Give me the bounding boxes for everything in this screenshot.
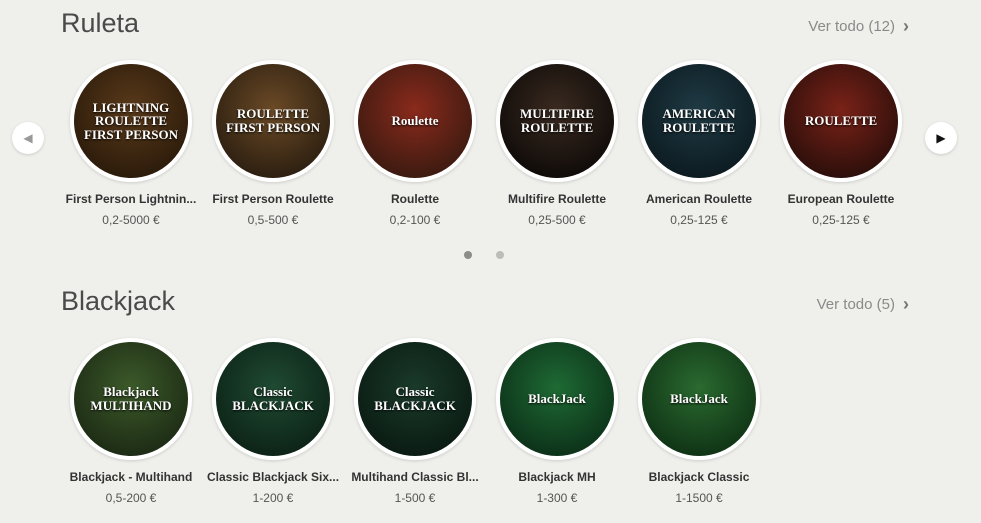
game-limits: 0,5-500 € bbox=[247, 213, 299, 227]
ruleta-carousel: LIGHTNING ROULETTE FIRST PERSON First Per… bbox=[0, 60, 981, 240]
game-name[interactable]: European Roulette bbox=[770, 192, 912, 206]
game-tile[interactable]: LIGHTNING ROULETTE FIRST PERSON First Per… bbox=[60, 60, 202, 227]
game-tile[interactable]: ROULETTE European Roulette 0,25-125 € bbox=[770, 60, 912, 227]
game-name[interactable]: Blackjack MH bbox=[486, 470, 628, 484]
game-thumbnail[interactable]: Roulette bbox=[354, 60, 476, 182]
pagination-dot-1[interactable] bbox=[464, 251, 472, 259]
game-limits: 0,2-5000 € bbox=[102, 213, 160, 227]
game-thumbnail[interactable]: LIGHTNING ROULETTE FIRST PERSON bbox=[70, 60, 192, 182]
game-thumbnail[interactable]: BlackJack bbox=[496, 338, 618, 460]
ruleta-section: Ruleta Ver todo (12) › LIGHTNING ROULETT… bbox=[0, 0, 981, 270]
game-tile[interactable]: BlackJack Blackjack Classic 1-1500 € bbox=[628, 338, 770, 505]
game-artwork-text: ROULETTE bbox=[804, 113, 878, 129]
game-limits: 1-300 € bbox=[536, 491, 578, 505]
game-artwork-text: Blackjack MULTIHAND bbox=[90, 384, 172, 413]
game-artwork-text: MULTIFIRE ROULETTE bbox=[520, 106, 594, 135]
game-thumbnail[interactable]: BlackJack bbox=[638, 338, 760, 460]
game-tile[interactable]: Classic BLACKJACK Multihand Classic Bl...… bbox=[344, 338, 486, 505]
game-artwork-text: BlackJack bbox=[528, 391, 586, 407]
arrow-right-icon: ▶ bbox=[936, 131, 946, 145]
game-tile[interactable]: ROULETTE FIRST PERSON First Person Roulet… bbox=[202, 60, 344, 227]
game-tile[interactable]: Roulette Roulette 0,2-100 € bbox=[344, 60, 486, 227]
game-tile[interactable]: MULTIFIRE ROULETTE Multifire Roulette 0,25… bbox=[486, 60, 628, 227]
game-artwork-text: ROULETTE FIRST PERSON bbox=[225, 106, 321, 135]
ruleta-see-all-link[interactable]: Ver todo (12) › bbox=[808, 16, 909, 37]
game-tile[interactable]: Blackjack MULTIHAND Blackjack - Multihand… bbox=[60, 338, 202, 505]
blackjack-carousel: Blackjack MULTIHAND Blackjack - Multihand… bbox=[0, 338, 981, 518]
game-limits: 1-1500 € bbox=[675, 491, 723, 505]
carousel-next-button[interactable]: ▶ bbox=[925, 122, 957, 154]
game-name[interactable]: First Person Roulette bbox=[202, 192, 344, 206]
game-artwork-text: Classic BLACKJACK bbox=[374, 384, 456, 413]
carousel-pagination bbox=[464, 251, 504, 259]
arrow-left-icon: ◀ bbox=[23, 131, 33, 145]
game-thumbnail[interactable]: Blackjack MULTIHAND bbox=[70, 338, 192, 460]
game-name[interactable]: American Roulette bbox=[628, 192, 770, 206]
ruleta-see-all-label: Ver todo (12) bbox=[808, 18, 895, 35]
chevron-right-icon: › bbox=[903, 16, 909, 36]
blackjack-title: Blackjack bbox=[61, 286, 176, 316]
game-artwork-text: Roulette bbox=[391, 113, 439, 129]
game-limits: 0,25-500 € bbox=[528, 213, 586, 227]
blackjack-see-all-label: Ver todo (5) bbox=[816, 296, 895, 313]
game-tile[interactable]: BlackJack Blackjack MH 1-300 € bbox=[486, 338, 628, 505]
game-artwork-text: BlackJack bbox=[670, 391, 728, 407]
game-limits: 1-200 € bbox=[252, 491, 294, 505]
game-tile[interactable]: AMERICAN ROULETTE American Roulette 0,25-1… bbox=[628, 60, 770, 227]
game-name[interactable]: Blackjack Classic bbox=[628, 470, 770, 484]
game-artwork-text: LIGHTNING ROULETTE FIRST PERSON bbox=[83, 99, 179, 142]
game-limits: 0,25-125 € bbox=[670, 213, 728, 227]
carousel-prev-button[interactable]: ◀ bbox=[12, 122, 44, 154]
game-thumbnail[interactable]: MULTIFIRE ROULETTE bbox=[496, 60, 618, 182]
game-limits: 1-500 € bbox=[394, 491, 436, 505]
game-thumbnail[interactable]: ROULETTE bbox=[780, 60, 902, 182]
game-thumbnail[interactable]: Classic BLACKJACK bbox=[354, 338, 476, 460]
game-thumbnail[interactable]: AMERICAN ROULETTE bbox=[638, 60, 760, 182]
blackjack-see-all-link[interactable]: Ver todo (5) › bbox=[817, 294, 909, 315]
game-limits: 0,25-125 € bbox=[812, 213, 870, 227]
pagination-dot-2[interactable] bbox=[496, 251, 504, 259]
game-artwork-text: AMERICAN ROULETTE bbox=[662, 106, 736, 135]
game-tile[interactable]: Classic BLACKJACK Classic Blackjack Six..… bbox=[202, 338, 344, 505]
game-thumbnail[interactable]: ROULETTE FIRST PERSON bbox=[212, 60, 334, 182]
game-name[interactable]: Classic Blackjack Six... bbox=[202, 470, 344, 484]
game-artwork-text: Classic BLACKJACK bbox=[232, 384, 314, 413]
chevron-right-icon: › bbox=[903, 294, 909, 314]
game-name[interactable]: Blackjack - Multihand bbox=[60, 470, 202, 484]
game-name[interactable]: Multifire Roulette bbox=[486, 192, 628, 206]
blackjack-section: Blackjack Ver todo (5) › Blackjack MULTI… bbox=[0, 278, 981, 523]
game-limits: 0,2-100 € bbox=[389, 213, 441, 227]
game-name[interactable]: Roulette bbox=[344, 192, 486, 206]
game-name[interactable]: First Person Lightnin... bbox=[60, 192, 202, 206]
ruleta-title: Ruleta bbox=[61, 8, 140, 38]
game-thumbnail[interactable]: Classic BLACKJACK bbox=[212, 338, 334, 460]
game-name[interactable]: Multihand Classic Bl... bbox=[344, 470, 486, 484]
game-limits: 0,5-200 € bbox=[105, 491, 157, 505]
